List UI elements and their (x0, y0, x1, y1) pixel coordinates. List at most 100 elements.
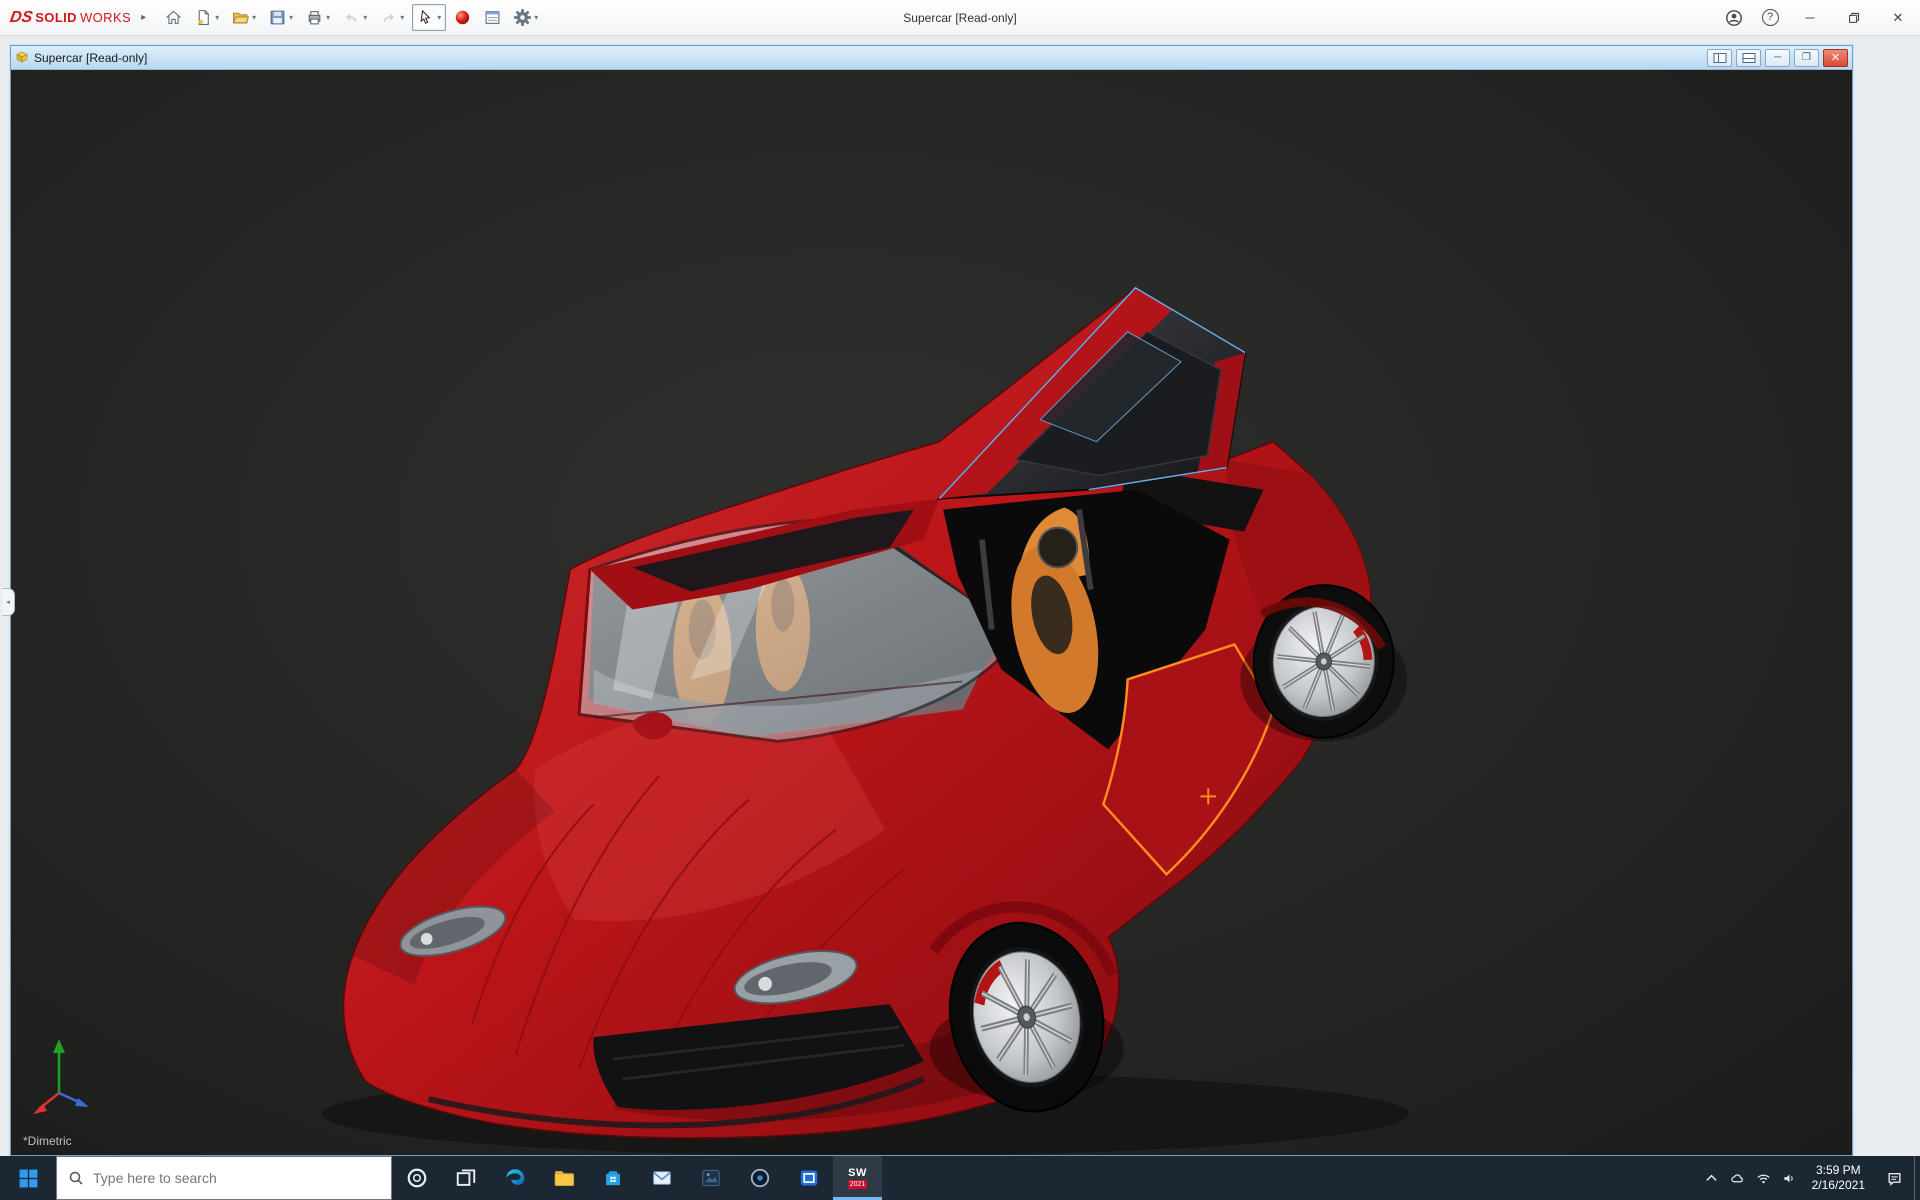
account-button[interactable] (1716, 0, 1752, 36)
solidworks-logo[interactable]: DS SOLID WORKS (0, 9, 139, 27)
pane-view-icon (1742, 52, 1755, 63)
mail-button[interactable] (637, 1156, 686, 1200)
movies-app-icon (800, 1170, 817, 1186)
document-titlebar[interactable]: Supercar [Read-only] ─ ❐ ✕ (11, 46, 1852, 70)
document-window: Supercar [Read-only] ─ ❐ ✕ *Dimetric (10, 45, 1853, 1156)
feature-tree-collapse-handle[interactable]: ◂ (2, 588, 15, 616)
task-view-icon (456, 1169, 475, 1186)
graphics-viewport[interactable]: *Dimetric (11, 70, 1852, 1155)
redo-icon (383, 13, 395, 22)
save-button[interactable]: ▾ (264, 4, 298, 31)
doc-minimize-button[interactable]: ─ (1765, 48, 1790, 67)
dropdown-caret-icon[interactable]: ▾ (363, 13, 367, 22)
dropdown-caret-icon[interactable]: ▾ (400, 13, 404, 22)
orientation-triad (33, 1039, 89, 1114)
search-icon (69, 1171, 83, 1185)
ds-logo-icon: DS (8, 8, 34, 26)
close-button[interactable]: ✕ (1876, 0, 1920, 36)
dropdown-caret-icon[interactable]: ▾ (289, 13, 293, 22)
action-center-button[interactable] (1874, 1156, 1914, 1200)
movies-app-button[interactable] (784, 1156, 833, 1200)
help-button[interactable]: ? (1752, 0, 1788, 36)
cortana-icon (407, 1168, 426, 1188)
restore-icon (1849, 12, 1860, 23)
home-button[interactable] (160, 4, 187, 31)
account-icon (1726, 9, 1742, 26)
undo-icon (345, 13, 357, 22)
taskbar-search[interactable] (56, 1156, 392, 1200)
task-pane-icon (485, 11, 500, 24)
media-app-button[interactable] (735, 1156, 784, 1200)
assembly-icon (16, 51, 28, 63)
task-pane-button[interactable] (479, 4, 506, 31)
speaker-icon (1784, 1174, 1793, 1182)
options-button[interactable]: ▾ (509, 4, 543, 31)
document-title: Supercar [Read-only] (34, 50, 148, 65)
dropdown-caret-icon[interactable]: ▾ (326, 13, 330, 22)
cortana-button[interactable] (392, 1156, 441, 1200)
help-icon: ? (1761, 9, 1779, 26)
doc-minimize-icon: ─ (1773, 52, 1782, 63)
taskbar-clock[interactable]: 3:59 PM 2/16/2021 (1803, 1163, 1874, 1193)
home-icon (165, 10, 182, 24)
split-view-icon (1713, 52, 1726, 63)
network-tray-button[interactable] (1751, 1156, 1777, 1200)
supercar-model[interactable] (11, 70, 1852, 1155)
file-explorer-icon (554, 1171, 574, 1186)
edge-icon (505, 1169, 524, 1185)
doc-restore-icon: ❐ (1802, 52, 1811, 63)
system-tray: 3:59 PM 2/16/2021 (1699, 1156, 1920, 1200)
windows-logo-icon (19, 1169, 37, 1187)
dropdown-caret-icon[interactable]: ▾ (252, 13, 256, 22)
solidworks-app-button[interactable]: SW 2021 (833, 1156, 882, 1200)
menu-expand-arrow-icon[interactable]: ▸ (141, 12, 146, 23)
redo-button[interactable]: ▾ (375, 4, 409, 31)
photos-app-icon (701, 1169, 720, 1187)
open-button[interactable]: ▾ (227, 4, 261, 31)
solidworks-version-badge: 2021 (847, 1179, 868, 1189)
search-input[interactable] (93, 1170, 380, 1186)
print-icon (308, 11, 321, 25)
maximize-button[interactable] (1832, 0, 1876, 36)
3dexperience-button[interactable] (449, 4, 476, 31)
brand-solid: SOLID (35, 9, 77, 25)
doc-close-icon: ✕ (1830, 52, 1841, 64)
volume-tray-button[interactable] (1777, 1156, 1803, 1200)
photos-app-button[interactable] (686, 1156, 735, 1200)
save-icon (270, 10, 285, 25)
show-desktop-button[interactable] (1914, 1156, 1920, 1200)
hidden-icons-button[interactable] (1699, 1156, 1725, 1200)
minimize-icon: ─ (1805, 10, 1815, 25)
taskbar: SW 2021 3:59 PM 2/16/2021 (0, 1156, 1920, 1200)
print-button[interactable]: ▾ (301, 4, 335, 31)
action-center-icon (1887, 1172, 1901, 1186)
task-view-button[interactable] (441, 1156, 490, 1200)
edge-button[interactable] (490, 1156, 539, 1200)
store-button[interactable] (588, 1156, 637, 1200)
undo-button[interactable]: ▾ (338, 4, 372, 31)
select-tool-button[interactable]: ▾ (412, 4, 447, 31)
new-document-icon (198, 10, 209, 25)
onedrive-tray-button[interactable] (1725, 1156, 1751, 1200)
wifi-icon (1757, 1174, 1770, 1183)
dropdown-caret-icon[interactable]: ▾ (534, 13, 538, 22)
store-icon (605, 1171, 620, 1186)
doc-restore-button[interactable]: ❐ (1794, 48, 1819, 67)
start-button[interactable] (0, 1156, 56, 1200)
gear-icon (514, 9, 532, 26)
dropdown-caret-icon[interactable]: ▾ (437, 13, 441, 22)
split-view-button[interactable] (1707, 48, 1732, 67)
clock-time: 3:59 PM (1815, 1163, 1861, 1177)
pane-view-button[interactable] (1736, 48, 1761, 67)
collapse-arrow-icon: ◂ (6, 599, 10, 606)
minimize-button[interactable]: ─ (1788, 0, 1832, 36)
clock-date: 2/16/2021 (1811, 1178, 1865, 1192)
doc-close-button[interactable]: ✕ (1823, 48, 1848, 67)
media-app-icon (750, 1168, 769, 1188)
new-document-button[interactable]: ▾ (190, 4, 224, 31)
solidworks-app-icon: SW 2021 (847, 1166, 868, 1189)
dropdown-caret-icon[interactable]: ▾ (215, 13, 219, 22)
close-icon: ✕ (1892, 9, 1904, 25)
select-cursor-icon (420, 9, 431, 24)
file-explorer-button[interactable] (539, 1156, 588, 1200)
